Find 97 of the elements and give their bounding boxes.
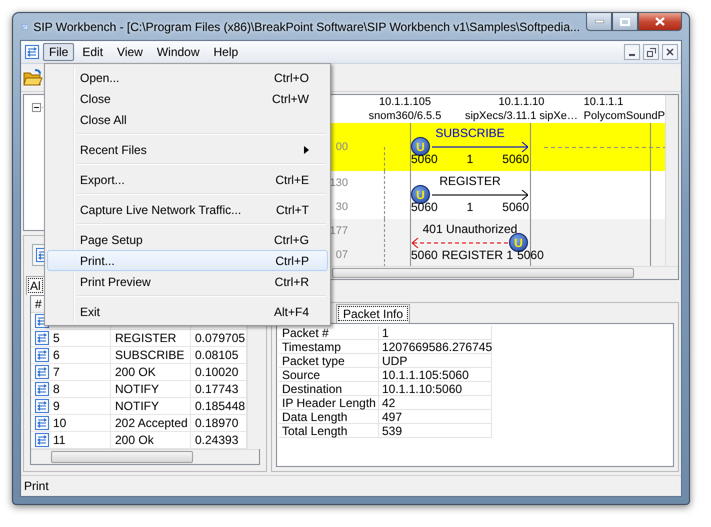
property-name: Timestamp <box>279 340 379 354</box>
table-cell: 0.17743 <box>191 381 247 398</box>
packet-icon <box>35 331 49 345</box>
menu-item[interactable]: Export... Ctrl+E <box>47 169 328 190</box>
packet-number: 11 <box>53 433 66 447</box>
packet-icon <box>35 416 49 430</box>
host-address: 10.1.1.105 <box>378 96 431 108</box>
close-icon <box>655 17 665 26</box>
menu-item[interactable]: Close All <box>47 109 328 130</box>
table-cell: 0.185448 <box>191 398 247 415</box>
user-agent-badge: U <box>509 233 528 252</box>
tab[interactable]: Packet Info <box>336 304 410 323</box>
property-name: Source <box>279 368 379 382</box>
packet-number: 6 <box>53 348 60 362</box>
table-cell: REGISTER <box>111 330 191 347</box>
menu-item[interactable]: Capture Live Network Traffic... Ctrl+T <box>47 199 328 220</box>
table-cell: 0.08105 <box>191 347 247 364</box>
property-value: 42 <box>379 396 492 410</box>
property-value: UDP <box>379 354 492 368</box>
user-agent-badge: U <box>411 185 430 204</box>
close-button[interactable] <box>662 44 678 60</box>
host-agent: PolycomSoundP <box>584 110 665 122</box>
close-icon <box>666 48 674 56</box>
close-button[interactable] <box>638 12 682 31</box>
packet-number: 7 <box>53 365 60 379</box>
menu-item[interactable]: Page Setup Ctrl+G <box>47 229 328 250</box>
minimize-button[interactable] <box>624 44 640 60</box>
document-icon <box>25 45 39 59</box>
table-cell: 0.18970 <box>191 415 247 432</box>
table-cell: 0.10020 <box>191 364 247 381</box>
property-name: Data Length <box>279 410 379 424</box>
restore-button[interactable] <box>643 44 659 60</box>
status-text: Print <box>24 479 49 493</box>
menu-bar-item[interactable]: Window <box>150 43 206 61</box>
menu-bar-item[interactable]: View <box>111 43 149 61</box>
packet-icon <box>35 382 49 396</box>
minimize-icon <box>594 20 604 23</box>
host-address: 10.1.1.1 <box>584 96 624 108</box>
open-folder-icon[interactable] <box>23 68 43 86</box>
horizontal-scrollbar[interactable] <box>31 449 259 464</box>
restore-icon <box>646 48 656 56</box>
minimize-button[interactable] <box>586 12 612 31</box>
packet-number: 5 <box>53 331 60 345</box>
sequence-label: 1 <box>466 200 474 214</box>
table-cell: 202 Accepted <box>111 415 191 432</box>
menu-item[interactable]: Print Preview Ctrl+R <box>47 271 328 292</box>
timestamp-label: 00 <box>336 141 348 153</box>
property-value: 1 <box>379 326 492 340</box>
port-label: 5060 <box>502 152 529 166</box>
menu-item[interactable]: Exit Alt+F4 <box>47 301 328 322</box>
packet-icon <box>35 348 49 362</box>
message-label: 401 Unauthorized <box>422 222 518 236</box>
property-value: 539 <box>379 424 492 438</box>
window-title: SIP Workbench - [C:\Program Files (x86)\BreakPoint Software\SIP Workbench v1\Samples\Softpedia... <box>33 20 580 34</box>
host-address: 10.1.1.10 <box>498 96 544 108</box>
message-label: REGISTER <box>438 174 502 188</box>
timestamp-label: 07 <box>336 249 348 261</box>
menu-item[interactable]: Recent Files <box>47 139 328 160</box>
tab[interactable]: Al <box>26 276 45 295</box>
property-name: Total Length <box>279 424 379 438</box>
property-value: 497 <box>379 410 492 424</box>
packet-number: 8 <box>53 382 60 396</box>
property-name: IP Header Length <box>279 396 379 410</box>
host-agent: snom360/6.5.5 <box>368 110 442 122</box>
submenu-arrow-icon <box>304 146 309 154</box>
timestamp-label: 30 <box>336 201 348 213</box>
port-label: 5060 <box>502 200 529 214</box>
table-cell: 200 OK <box>111 364 191 381</box>
table-cell: NOTIFY <box>111 398 191 415</box>
vertical-scrollbar[interactable] <box>665 95 678 266</box>
message-label: SUBSCRIBE <box>434 126 506 140</box>
property-name: Packet type <box>279 354 379 368</box>
packet-number: 9 <box>53 399 60 413</box>
property-value: 1207669586.276745 <box>379 340 492 354</box>
message-row[interactable]: 00 SUBSCRIBE U 5060 1 5060 <box>329 123 665 171</box>
maximize-icon <box>620 18 630 26</box>
menu-item[interactable]: Close Ctrl+W <box>47 88 328 109</box>
table-cell: SUBSCRIBE <box>111 347 191 364</box>
packet-icon <box>35 433 49 447</box>
menu-bar-item[interactable]: Help <box>208 43 244 61</box>
packet-icon <box>35 399 49 413</box>
table-cell: NOTIFY <box>111 381 191 398</box>
menu-item[interactable]: Open... Ctrl+O <box>47 67 328 88</box>
table-cell: 0.079705 <box>191 330 247 347</box>
property-value: 10.1.1.10:5060 <box>379 382 492 396</box>
menu-item[interactable]: Print... Ctrl+P <box>47 250 328 271</box>
packet-number: 10 <box>53 416 66 430</box>
user-agent-badge: U <box>411 137 430 156</box>
maximize-button[interactable] <box>612 12 638 31</box>
host-agent: sipXecs/3.11.1 sipXe… <box>464 110 578 122</box>
menu-bar-item[interactable]: File <box>43 43 74 61</box>
property-value: 10.1.1.105:5060 <box>379 368 492 382</box>
sequence-label: 1 <box>466 152 474 166</box>
packet-icon <box>35 365 49 379</box>
port-label: 5060 <box>411 248 438 262</box>
menu-bar-item[interactable]: Edit <box>76 43 110 61</box>
property-name: Destination <box>279 382 379 396</box>
